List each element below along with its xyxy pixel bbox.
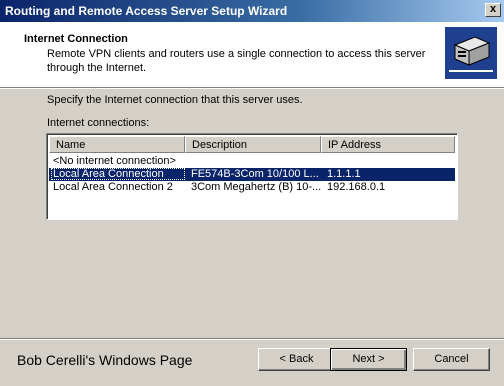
next-button[interactable]: Next > — [330, 348, 407, 371]
back-button[interactable]: < Back — [258, 348, 335, 371]
list-label: Internet connections: — [47, 117, 150, 129]
cell-ip-address: 1.1.1.1 — [327, 168, 361, 180]
wizard-header: Internet Connection Remote VPN clients a… — [0, 22, 504, 88]
title-bar[interactable]: Routing and Remote Access Server Setup W… — [0, 0, 504, 22]
cell-name: Local Area Connection — [53, 168, 164, 180]
instruction-text: Specify the Internet connection that thi… — [47, 94, 303, 106]
header-divider — [0, 88, 504, 89]
column-header-description[interactable]: Description — [185, 136, 321, 153]
footer-divider-highlight — [0, 339, 504, 340]
column-header-name[interactable]: Name — [49, 136, 185, 153]
network-server-icon — [445, 27, 497, 79]
close-button[interactable]: x — [485, 3, 501, 17]
footer-caption: Bob Cerelli's Windows Page — [17, 352, 193, 368]
internet-connections-list[interactable]: Name Description IP Address <No internet… — [46, 133, 458, 220]
column-header-ip-address[interactable]: IP Address — [321, 136, 455, 153]
cell-ip-address: 192.168.0.1 — [327, 181, 386, 193]
page-title: Internet Connection — [24, 33, 128, 45]
list-item[interactable]: Local Area Connection 2 3Com Megahertz (… — [49, 181, 455, 194]
cell-name: <No internet connection> — [53, 155, 176, 167]
list-item-selected[interactable]: Local Area Connection FE574B-3Com 10/100… — [49, 168, 455, 181]
cell-description: FE574B-3Com 10/100 L... — [191, 168, 319, 180]
cell-name: Local Area Connection 2 — [53, 181, 173, 193]
list-item[interactable]: <No internet connection> — [49, 155, 455, 168]
close-icon: x — [489, 3, 497, 15]
page-subtitle: Remote VPN clients and routers use a sin… — [47, 48, 426, 74]
cell-description: 3Com Megahertz (B) 10-... — [191, 181, 321, 193]
cancel-button[interactable]: Cancel — [413, 348, 490, 371]
window-title: Routing and Remote Access Server Setup W… — [5, 4, 288, 18]
